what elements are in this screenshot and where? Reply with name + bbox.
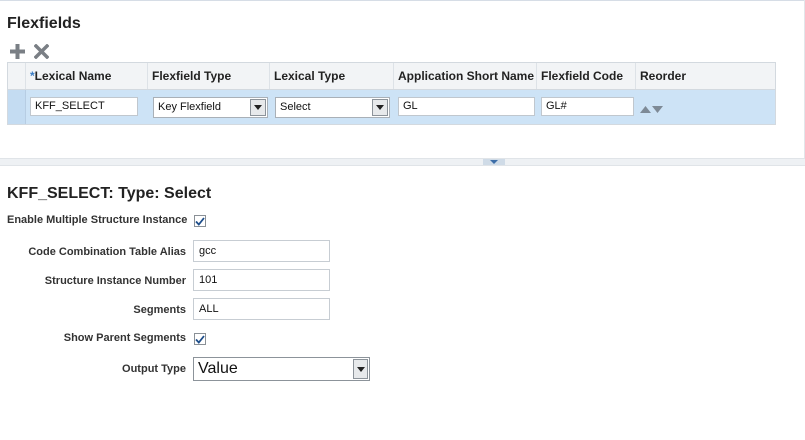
flexfield-code-input[interactable]: GL# [541,97,634,116]
alias-label: Code Combination Table Alias [28,246,186,258]
show-parent-segments-checkbox[interactable] [194,333,206,345]
flexfields-table: *Lexical Name Flexfield Type Lexical Typ… [7,62,776,125]
checkmark-icon [195,334,205,344]
output-type-value: Value [198,360,238,377]
output-type-label: Output Type [122,363,186,375]
move-up-icon[interactable] [640,102,651,116]
reorder-controls [640,102,663,116]
segments-input[interactable]: ALL [193,298,330,320]
lexical-type-select[interactable]: Select [275,97,390,118]
enable-multiple-checkbox[interactable] [194,215,206,227]
plus-icon [9,43,25,59]
top-border [0,0,805,1]
chevron-down-icon [490,160,498,164]
dropdown-arrow-icon[interactable] [250,99,266,116]
flexfield-type-value: Key Flexfield [158,101,221,113]
structure-number-input[interactable]: 101 [193,269,330,291]
enable-multiple-label: Enable Multiple Structure Instance [7,214,188,226]
column-header-flexfield-type[interactable]: Flexfield Type [147,63,269,89]
pane-splitter[interactable] [0,158,805,166]
move-down-icon[interactable] [652,102,663,116]
lexical-type-value: Select [280,101,311,113]
column-header-lexical-type[interactable]: Lexical Type [269,63,392,89]
column-header-label: Lexical Name [34,69,112,83]
column-header-reorder[interactable]: Reorder [635,63,775,89]
page-title: Flexfields [7,15,81,32]
collapse-pane-button[interactable] [483,159,505,165]
segments-label: Segments [133,304,186,316]
table-row[interactable]: KFF_SELECT Key Flexfield Select GL GL# [8,90,775,124]
column-header-lexical-name[interactable]: *Lexical Name [25,63,146,89]
dropdown-arrow-icon[interactable] [353,359,368,379]
dropdown-arrow-icon[interactable] [372,99,388,116]
output-type-select[interactable]: Value [193,357,370,381]
row-header[interactable] [8,90,26,124]
column-header-flexfield-code[interactable]: Flexfield Code [536,63,635,89]
column-header-application-short-name[interactable]: Application Short Name [393,63,536,89]
x-icon [33,43,49,59]
table-toolbar [8,42,50,60]
checkmark-icon [195,216,205,226]
delete-row-button[interactable] [32,42,50,60]
alias-input[interactable]: gcc [193,240,330,262]
table-header: *Lexical Name Flexfield Type Lexical Typ… [8,63,775,90]
show-parent-segments-label: Show Parent Segments [63,332,186,344]
add-row-button[interactable] [8,42,26,60]
flexfield-type-select[interactable]: Key Flexfield [153,97,268,118]
lexical-name-input[interactable]: KFF_SELECT [30,97,138,116]
structure-number-label: Structure Instance Number [44,275,186,287]
detail-title: KFF_SELECT: Type: Select [7,185,212,202]
application-short-name-input[interactable]: GL [398,97,535,116]
